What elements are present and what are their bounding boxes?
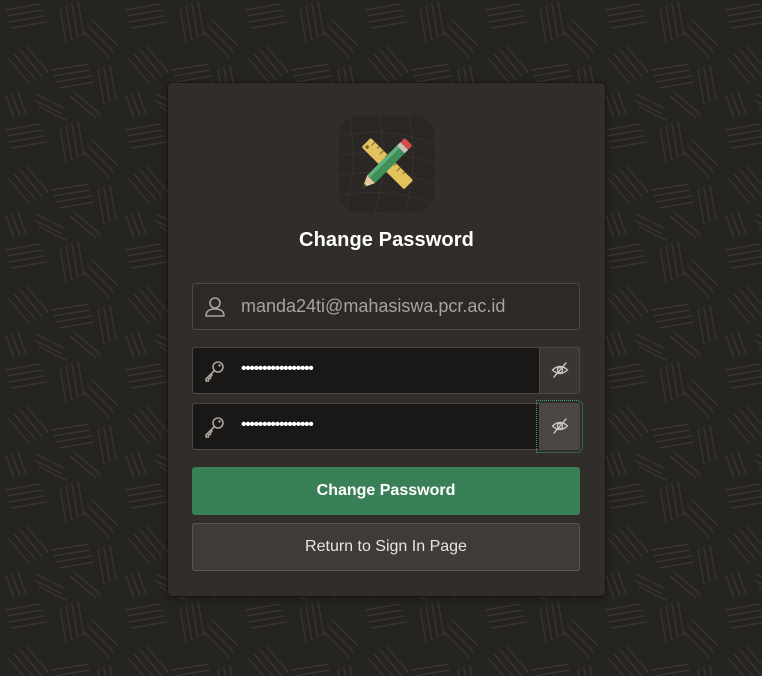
page-title: Change Password [299,229,474,251]
return-to-sign-in-button[interactable]: Return to Sign In Page [192,523,580,571]
eye-slash-icon [551,362,569,378]
user-icon [205,297,225,317]
confirm-password-value: ••••••••••••••••• [241,416,314,433]
eye-slash-icon [551,418,569,434]
change-password-card: Change Password manda24ti@mahasiswa.pcr.… [168,83,605,596]
username-field[interactable]: manda24ti@mahasiswa.pcr.ac.id [192,283,580,330]
show-confirm-password-toggle[interactable] [536,400,583,453]
key-icon [205,361,224,382]
show-password-toggle[interactable] [539,347,580,394]
key-icon [205,417,224,438]
confirm-password-field[interactable]: ••••••••••••••••• [192,400,583,453]
username-value: manda24ti@mahasiswa.pcr.ac.id [241,296,506,316]
new-password-field[interactable]: ••••••••••••••••• [192,347,580,394]
pencil-ruler-icon [339,116,435,212]
change-password-button[interactable]: Change Password [192,467,580,515]
new-password-value: ••••••••••••••••• [241,360,314,377]
